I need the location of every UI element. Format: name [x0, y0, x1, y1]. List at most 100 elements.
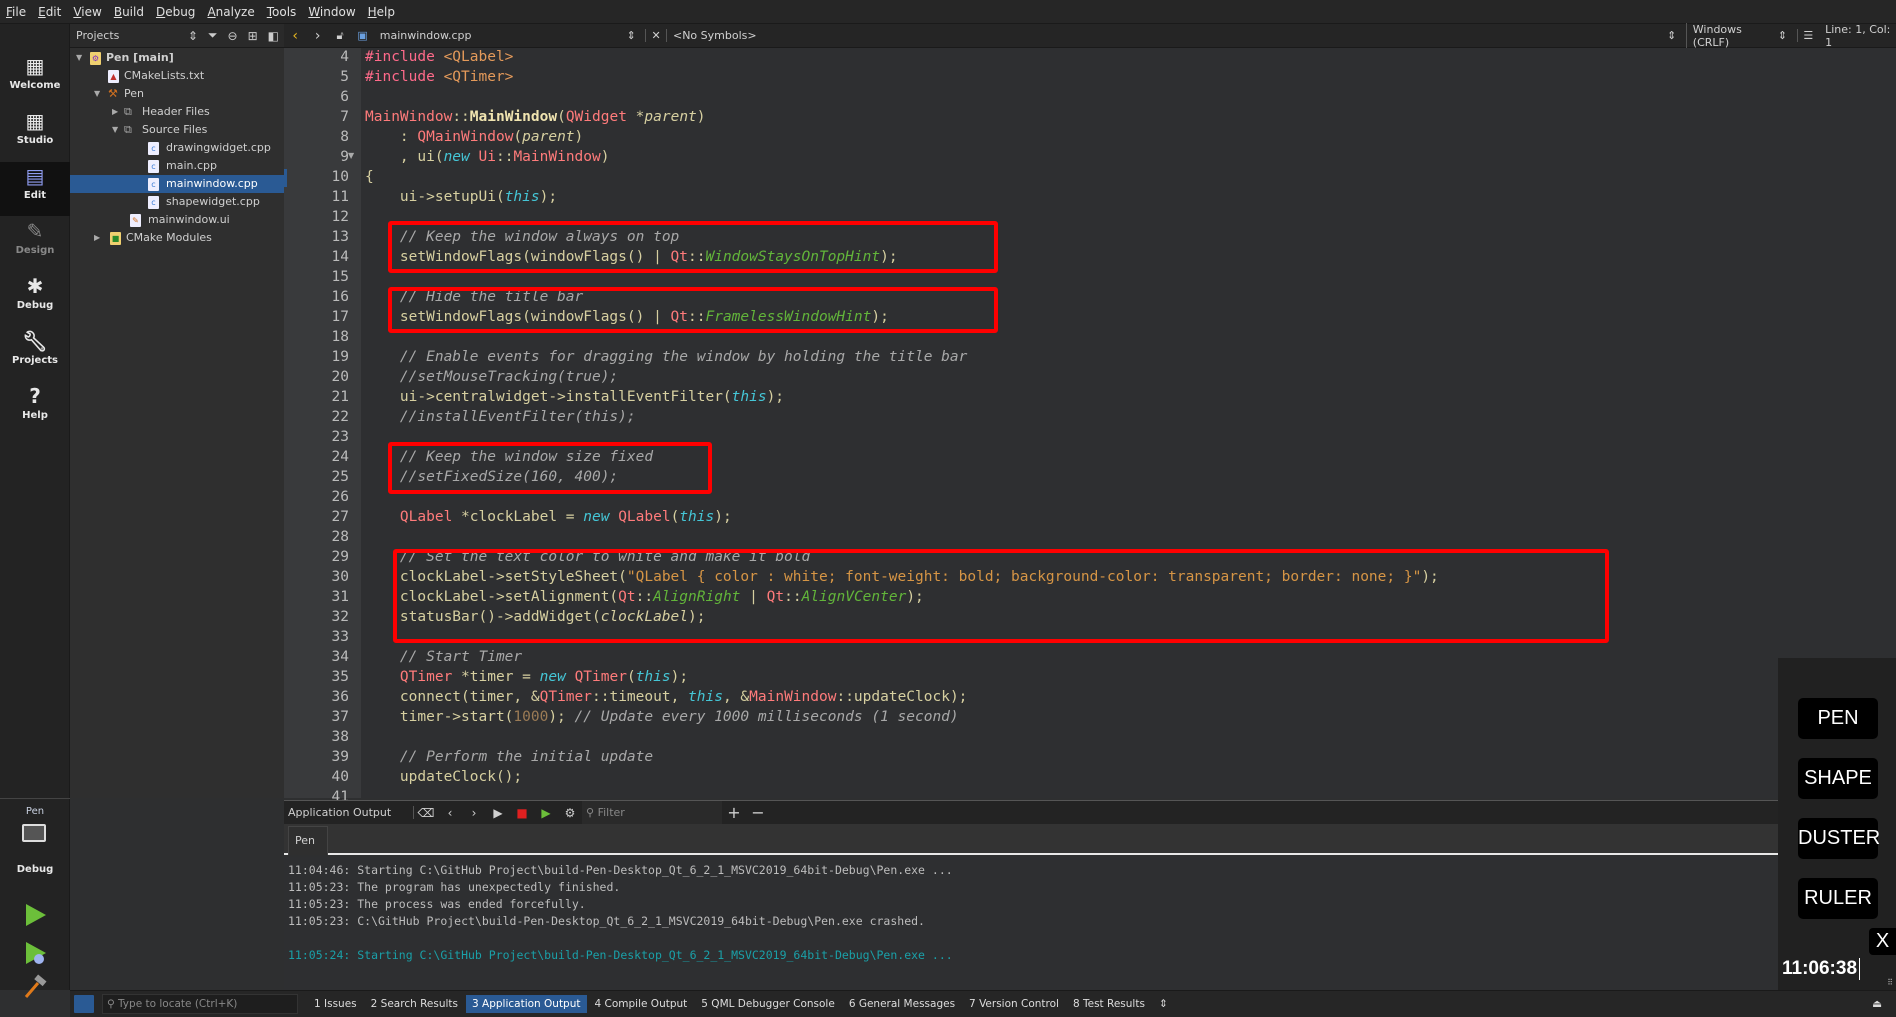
menu-debug[interactable]: Debug [156, 5, 195, 19]
line-number: 33 [331, 629, 349, 645]
filter-icon[interactable]: ⏷ [208, 28, 218, 43]
code-line: : QMainWindow(parent) [365, 129, 584, 145]
tree-item-pen-main[interactable]: ▼ ⚙ Pen [main] [70, 49, 284, 67]
cmake-file-icon: ▲ [108, 70, 119, 83]
mode-edit[interactable]: ▤ Edit [0, 162, 70, 216]
stop-icon[interactable]: ■ [510, 806, 534, 820]
output-tab-pen[interactable]: Pen ✕ [288, 826, 328, 875]
hammer-icon: ⚒ [108, 87, 118, 100]
output-line: 11:04:46: Starting C:\GitHub Project\bui… [288, 863, 953, 877]
link-icon[interactable]: ⊖ [228, 29, 238, 43]
line-number: 34 [331, 649, 349, 665]
tree-item-header-files[interactable]: ▶ ⧉ Header Files [70, 103, 284, 121]
menu-window[interactable]: Window [308, 5, 355, 19]
code-line: connect(timer, &QTimer::timeout, this, &… [365, 689, 968, 705]
code-editor[interactable]: #include <QLabel> #include <QTimer> MainWi… [361, 48, 1896, 798]
pen-button[interactable]: PEN [1798, 698, 1878, 739]
settings-gear-icon[interactable]: ⚙ [558, 806, 582, 820]
open-file-selector[interactable]: mainwindow.cpp [374, 29, 627, 42]
attach-debugger-icon[interactable]: ▶ [534, 806, 558, 820]
menu-edit[interactable]: Edit [38, 5, 61, 19]
symbols-selector[interactable]: <No Symbols> [665, 29, 1667, 42]
line-number: 16 [331, 289, 349, 305]
line-number: 12 [331, 209, 349, 225]
progress-toggle-icon[interactable]: ⏏ [1872, 998, 1882, 1010]
updown-icon[interactable]: ⇕ [1667, 29, 1686, 42]
shape-button[interactable]: SHAPE [1798, 758, 1878, 799]
forward-icon[interactable]: › [306, 28, 328, 44]
cpp-file-icon: c [148, 160, 159, 173]
close-file-icon[interactable]: ✕ [645, 29, 666, 42]
close-sidebar-icon[interactable]: ◧ [268, 29, 279, 43]
locator-input[interactable]: ⚲ Type to locate (Ctrl+K) [102, 994, 298, 1014]
rerun-icon[interactable]: ▶ [486, 806, 510, 820]
mode-debug[interactable]: ✱ Debug [0, 272, 70, 326]
more-panes-icon[interactable]: ⇕ [1153, 995, 1174, 1013]
tree-item-mainwindow-ui[interactable]: ✎ mainwindow.ui [70, 211, 284, 229]
toggle-sidebar-button[interactable] [74, 995, 94, 1013]
mode-help[interactable]: ? Help [0, 382, 70, 436]
pane-issues[interactable]: 1 Issues [308, 995, 363, 1013]
code-line: { [365, 169, 374, 185]
mode-design[interactable]: ✎ Design [0, 217, 70, 271]
duster-button[interactable]: DUSTER [1798, 818, 1880, 859]
line-ending-selector[interactable]: Windows (CRLF) [1685, 22, 1778, 49]
collapse-arrow-icon[interactable]: ▶ [94, 229, 100, 247]
lock-icon[interactable]: 🔓︎ [329, 29, 351, 43]
zoom-in-icon[interactable]: + [722, 803, 746, 822]
debug-run-icon[interactable] [22, 940, 48, 966]
outline-icon[interactable]: ☰ [1796, 29, 1820, 42]
menu-tools[interactable]: Tools [267, 5, 297, 19]
expand-arrow-icon[interactable]: ▼ [112, 121, 118, 139]
tree-item-pen[interactable]: ▼ ⚒ Pen [70, 85, 284, 103]
next-icon[interactable]: › [462, 806, 486, 820]
tree-item-source-files[interactable]: ▼ ⧉ Source Files [70, 121, 284, 139]
resize-grip-icon[interactable]: ⠿ [1887, 978, 1893, 987]
projects-view-selector[interactable]: Projects [76, 29, 183, 42]
mode-studio[interactable]: ▦ Studio [0, 107, 70, 161]
output-log[interactable]: 11:04:46: Starting C:\GitHub Project\bui… [284, 857, 1778, 990]
updown-icon[interactable]: ⇕ [188, 29, 198, 43]
menu-view[interactable]: View [73, 5, 101, 19]
collapse-arrow-icon[interactable]: ▶ [112, 103, 118, 121]
menu-help[interactable]: Help [368, 5, 395, 19]
ruler-button[interactable]: RULER [1798, 878, 1878, 919]
updown-icon[interactable]: ⇕ [627, 29, 646, 42]
tree-item-mainwindow-cpp[interactable]: c mainwindow.cpp [70, 175, 284, 193]
line-number: 18 [331, 329, 349, 345]
fold-arrow-icon[interactable]: ▼ [348, 151, 354, 160]
tree-item-shapewidget[interactable]: c shapewidget.cpp [70, 193, 284, 211]
pane-test-results[interactable]: 8 Test Results [1067, 995, 1151, 1013]
mode-welcome[interactable]: ▦ Welcome [0, 52, 70, 106]
menu-analyze[interactable]: Analyze [207, 5, 254, 19]
tree-item-main-cpp[interactable]: c main.cpp [70, 157, 284, 175]
prev-icon[interactable]: ‹ [438, 806, 462, 820]
back-icon[interactable]: ‹ [284, 28, 306, 44]
menu-build[interactable]: Build [114, 5, 144, 19]
updown-icon[interactable]: ⇕ [1778, 29, 1797, 42]
tree-item-cmake-modules[interactable]: ▶ ■ CMake Modules [70, 229, 284, 247]
run-icon[interactable] [22, 902, 48, 928]
split-icon[interactable]: ⊞ [248, 29, 258, 43]
close-widget-button[interactable]: X [1869, 928, 1896, 955]
pane-general-messages[interactable]: 6 General Messages [843, 995, 961, 1013]
expand-arrow-icon[interactable]: ▼ [76, 49, 82, 67]
line-number: 15 [331, 269, 349, 285]
pane-search-results[interactable]: 2 Search Results [365, 995, 464, 1013]
pane-version-control[interactable]: 7 Version Control [963, 995, 1065, 1013]
pane-compile-output[interactable]: 4 Compile Output [589, 995, 694, 1013]
mode-projects[interactable]: 🔧︎ Projects [0, 327, 70, 381]
pane-application-output[interactable]: 3 Application Output [466, 995, 587, 1013]
build-hammer-icon[interactable] [22, 974, 48, 1000]
pane-qml-debugger-console[interactable]: 5 QML Debugger Console [695, 995, 841, 1013]
kit-selector-monitor-icon[interactable] [22, 824, 46, 842]
output-filter-input[interactable]: ⚲ Filter [582, 800, 722, 825]
menu-file[interactable]: File [6, 5, 26, 19]
tree-item-drawingwidget[interactable]: c drawingwidget.cpp [70, 139, 284, 157]
output-line: 11:05:24: Starting C:\GitHub Project\bui… [288, 948, 953, 962]
zoom-out-icon[interactable]: − [746, 803, 770, 822]
project-icon: ⚙ [90, 52, 101, 65]
clear-output-icon[interactable]: ⌫ [414, 806, 438, 820]
expand-arrow-icon[interactable]: ▼ [94, 85, 100, 103]
tree-item-cmakelists[interactable]: ▲ CMakeLists.txt [70, 67, 284, 85]
